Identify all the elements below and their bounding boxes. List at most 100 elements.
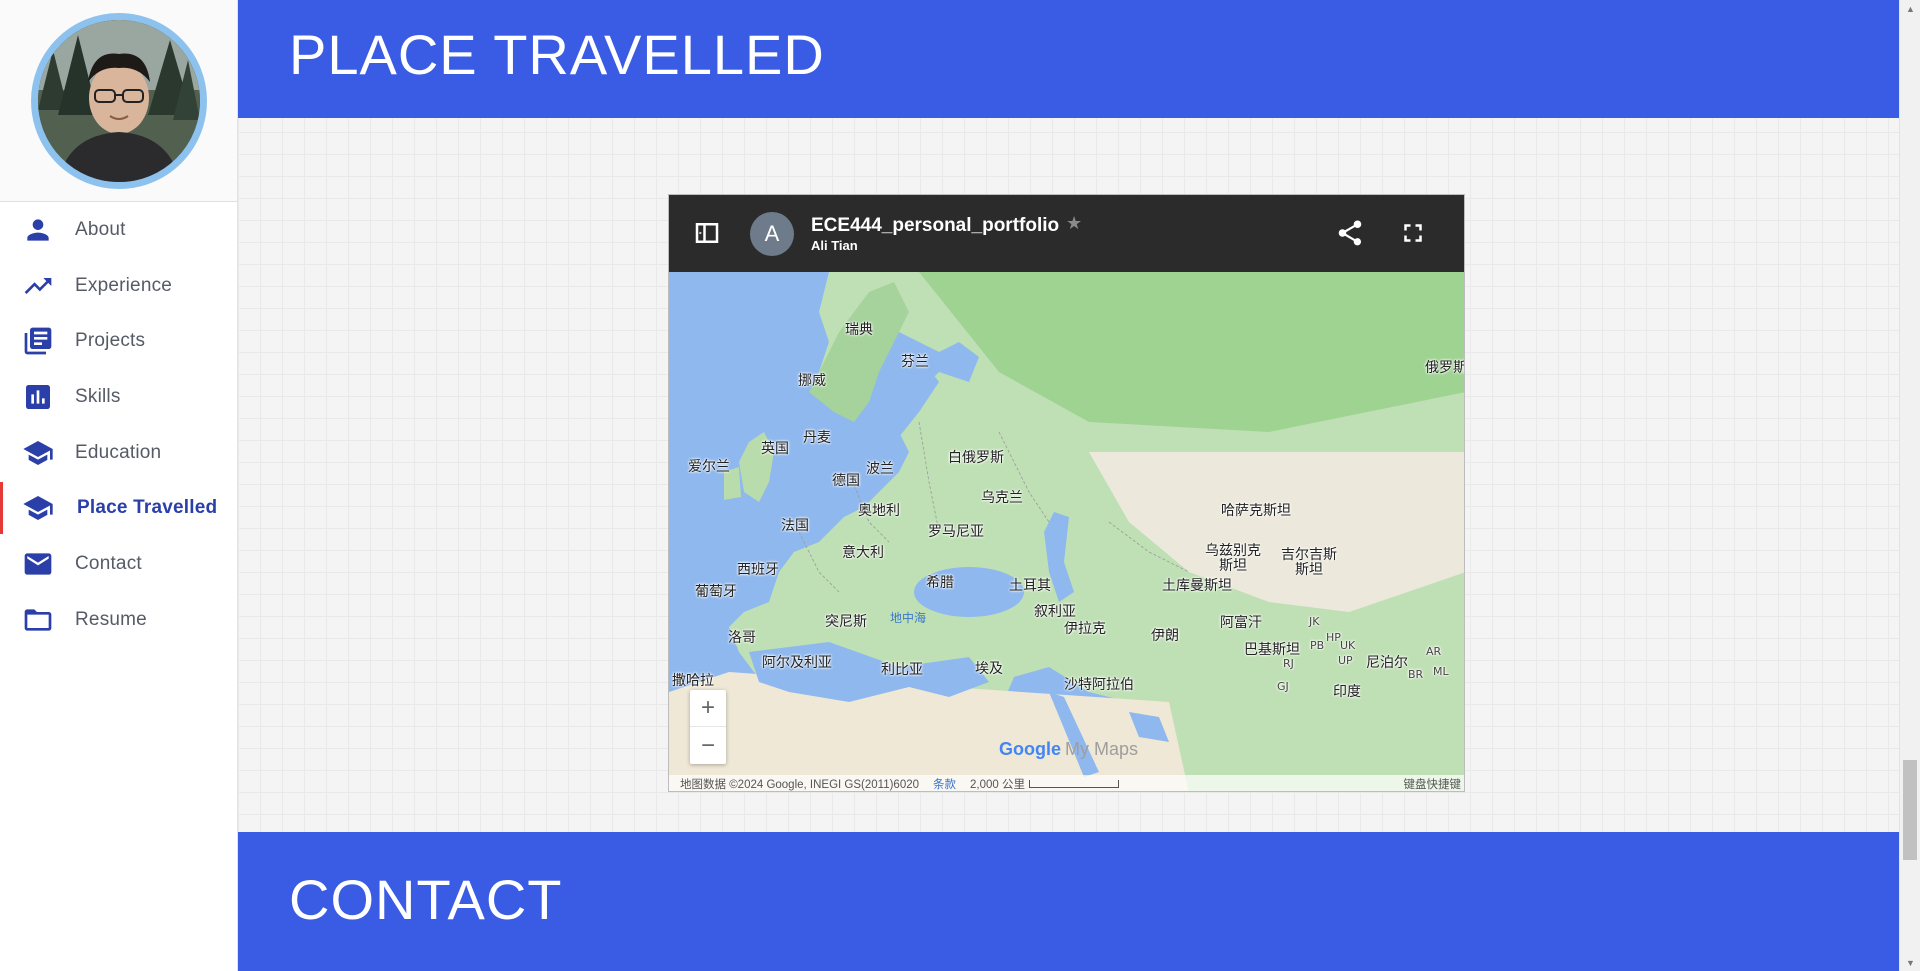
sidebar-item-about[interactable]: About [0, 202, 237, 258]
avatar [30, 12, 207, 189]
folder-icon [22, 604, 54, 636]
map-label-iraq: 伊拉克 [1064, 621, 1106, 637]
map-label-afghanistan: 阿富汗 [1220, 615, 1262, 631]
map-label-france: 法国 [781, 518, 809, 534]
sidebar-item-place-travelled[interactable]: Place Travelled [0, 480, 237, 536]
sidebar-nav: About Experience Projects Skills Educati… [0, 202, 237, 648]
page-scrollbar[interactable]: ▲ ▼ [1899, 0, 1920, 971]
scroll-thumb[interactable] [1903, 760, 1917, 860]
map-label-russia: 俄罗斯 [1425, 360, 1465, 376]
sidebar-item-label: About [75, 218, 126, 240]
section-title: CONTACT [289, 868, 563, 931]
legend-toggle-button[interactable] [691, 217, 723, 249]
sidebar-item-label: Projects [75, 330, 146, 352]
map-label-austria: 奥地利 [858, 503, 900, 519]
map-label-rj: RJ [1283, 657, 1294, 670]
sidebar-item-label: Education [75, 441, 162, 463]
school-icon [22, 492, 54, 524]
sidebar-item-label: Resume [75, 608, 147, 630]
map-label-tunisia: 突尼斯 [825, 614, 867, 630]
sidebar-item-projects[interactable]: Projects [0, 313, 237, 369]
map-header: A ECE444_personal_portfolio ★ Ali Tian [669, 195, 1464, 272]
map-label-ireland: 爱尔兰 [688, 459, 730, 475]
person-icon [22, 214, 54, 246]
map-label-iran: 伊朗 [1151, 628, 1179, 644]
scale-bar [1029, 780, 1119, 788]
map-attribution: 地图数据 ©2024 Google, INEGI GS(2011)6020 条款… [669, 775, 1464, 791]
map-canvas[interactable]: 瑞典 芬兰 挪威 俄罗斯 丹麦 英国 爱尔兰 白俄罗斯 波兰 德国 乌克兰 奥地… [669, 272, 1465, 791]
share-icon [1338, 220, 1362, 246]
school-icon [22, 437, 54, 469]
mail-icon [22, 548, 54, 580]
terms-link[interactable]: 条款 [933, 776, 956, 791]
map-label-spain: 西班牙 [737, 562, 779, 578]
fullscreen-button[interactable] [1397, 217, 1429, 249]
scale-label[interactable]: 2,000 公里 [970, 776, 1025, 791]
map-label-belarus: 白俄罗斯 [948, 450, 1004, 466]
map-owner: Ali Tian [811, 238, 858, 253]
map-label-italy: 意大利 [842, 545, 884, 561]
map-label-up: UP [1338, 654, 1353, 667]
map-label-egypt: 埃及 [975, 661, 1003, 677]
map-label-uzbekistan-2: 斯坦 [1219, 558, 1247, 574]
google-logo: Google [999, 739, 1061, 759]
sidebar-item-resume[interactable]: Resume [0, 592, 237, 648]
map-label-sweden: 瑞典 [845, 322, 873, 338]
share-button[interactable] [1334, 217, 1366, 249]
sidebar: About Experience Projects Skills Educati… [0, 0, 238, 971]
keyboard-shortcuts-link[interactable]: 键盘快捷键 [1404, 776, 1462, 791]
map-label-ml: ML [1433, 665, 1449, 678]
scroll-up-arrow-icon[interactable]: ▲ [1900, 0, 1920, 17]
sidebar-item-contact[interactable]: Contact [0, 536, 237, 592]
zoom-in-button[interactable]: + [690, 690, 726, 727]
sidebar-item-label: Contact [75, 552, 142, 574]
map-label-greece: 希腊 [926, 575, 954, 591]
profile-photo [37, 19, 200, 182]
place-travelled-banner: PLACE TRAVELLED [238, 0, 1899, 118]
scroll-down-arrow-icon[interactable]: ▼ [1900, 954, 1920, 971]
map-label-denmark: 丹麦 [803, 430, 831, 446]
section-title: PLACE TRAVELLED [289, 23, 825, 86]
sidebar-item-experience[interactable]: Experience [0, 258, 237, 314]
star-icon[interactable]: ★ [1066, 213, 1082, 234]
sidebar-item-skills[interactable]: Skills [0, 369, 237, 425]
library-books-icon [22, 325, 54, 357]
map-label-turkey: 土耳其 [1009, 578, 1051, 594]
google-mymaps-logo: Google My Maps [999, 739, 1138, 760]
avatar-area [0, 0, 237, 202]
map-label-ukraine: 乌克兰 [981, 490, 1023, 506]
map-label-turkmenistan: 土库曼斯坦 [1162, 578, 1232, 594]
map-label-germany: 德国 [832, 473, 860, 489]
map-label-saudi: 沙特阿拉伯 [1064, 677, 1134, 693]
map-label-portugal: 葡萄牙 [695, 584, 737, 600]
attribution-text: 地图数据 ©2024 Google, INEGI GS(2011)6020 [680, 779, 920, 791]
map-title: ECE444_personal_portfolio [811, 215, 1060, 236]
owner-avatar[interactable]: A [750, 212, 794, 256]
map-label-uk-state: UK [1340, 639, 1356, 652]
trending-up-icon [22, 270, 54, 302]
map-label-gj: GJ [1277, 680, 1289, 693]
contact-banner: CONTACT [238, 832, 1899, 971]
mymaps-logo: My Maps [1065, 739, 1139, 759]
map-embed[interactable]: A ECE444_personal_portfolio ★ Ali Tian 瑞… [668, 194, 1465, 792]
map-label-romania: 罗马尼亚 [928, 524, 984, 540]
map-label-pakistan: 巴基斯坦 [1244, 642, 1300, 658]
map-label-uk: 英国 [761, 441, 789, 457]
map-label-ar: AR [1426, 645, 1442, 658]
map-label-norway: 挪威 [798, 373, 826, 389]
map-label-jk: JK [1309, 615, 1320, 628]
map-label-hp: HP [1326, 631, 1341, 644]
sidebar-item-label: Place Travelled [77, 497, 218, 519]
map-label-libya: 利比亚 [881, 662, 923, 678]
main-content: PLACE TRAVELLED A ECE444_personal_portfo… [238, 0, 1899, 971]
map-label-algeria: 阿尔及利亚 [762, 655, 832, 671]
sidebar-item-education[interactable]: Education [0, 425, 237, 481]
map-label-pb: PB [1310, 639, 1325, 652]
map-label-mediterranean: 地中海 [890, 611, 927, 625]
map-label-morocco: 洛哥 [728, 630, 756, 646]
legend-icon [695, 223, 719, 243]
map-label-nepal: 尼泊尔 [1366, 655, 1408, 671]
map-label-finland: 芬兰 [901, 354, 929, 370]
zoom-out-button[interactable]: − [690, 727, 726, 764]
sidebar-item-label: Experience [75, 274, 173, 296]
